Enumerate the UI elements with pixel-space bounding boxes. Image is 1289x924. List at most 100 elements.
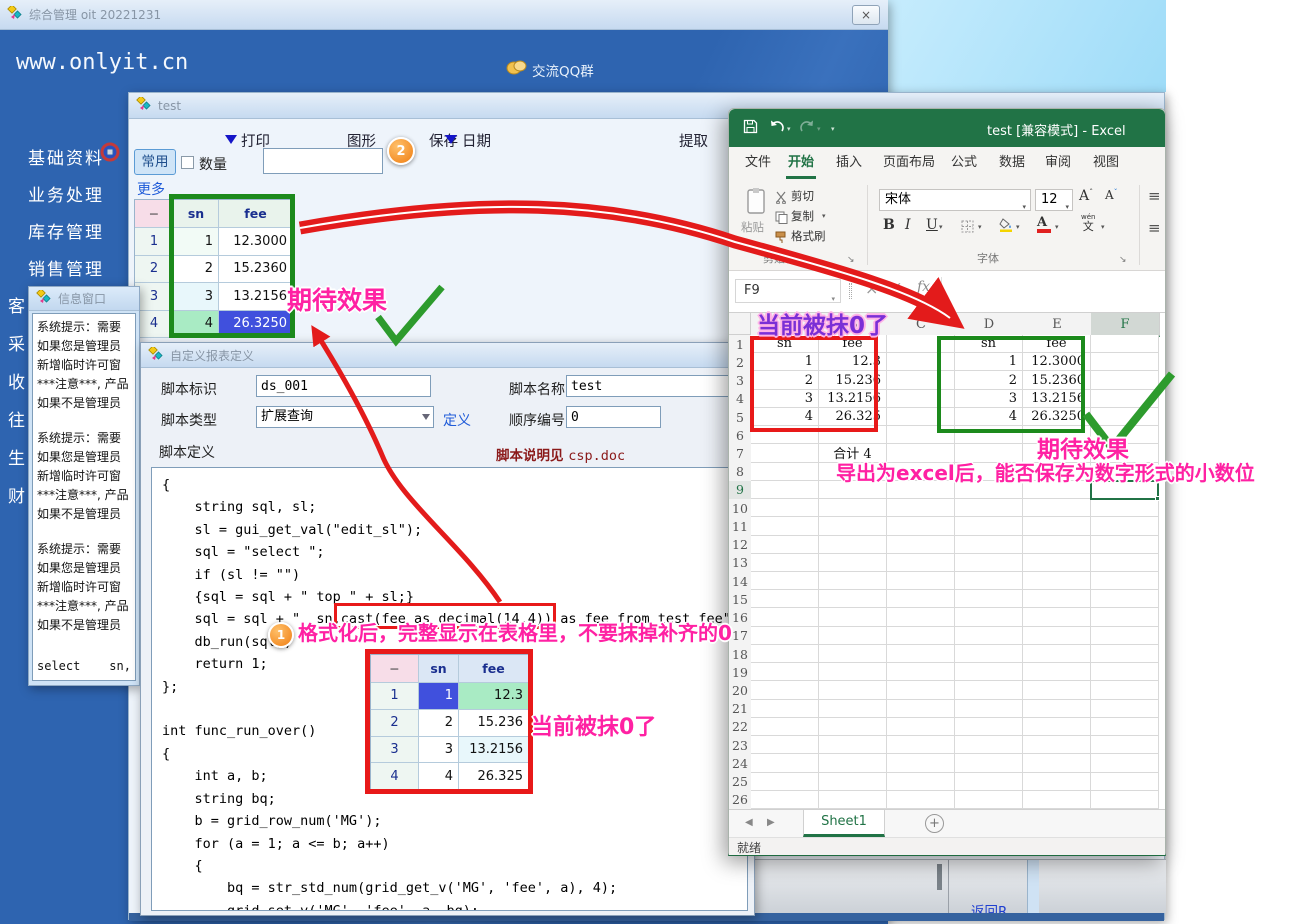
tab-common[interactable]: 常用	[134, 149, 176, 175]
script-name-input[interactable]	[566, 375, 748, 397]
phonetic-caret-icon[interactable]: ▾	[1101, 223, 1105, 231]
excel-cell-C15[interactable]	[887, 590, 955, 608]
excel-tab-3[interactable]: 插入	[832, 147, 866, 179]
excel-cell-B18[interactable]	[819, 645, 887, 663]
excel-cell-F21[interactable]	[1091, 700, 1159, 718]
excel-cell-D21[interactable]	[955, 700, 1023, 718]
excel-cell-F18[interactable]	[1091, 645, 1159, 663]
excel-cell-B23[interactable]	[819, 736, 887, 754]
excel-column-header-F[interactable]: F	[1091, 313, 1160, 337]
excel-row-header-17[interactable]: 17	[729, 627, 752, 646]
excel-cell-E25[interactable]	[1023, 773, 1091, 791]
sidebar-item-1[interactable]: 基础资料	[28, 144, 104, 169]
excel-cell-A18[interactable]	[751, 645, 819, 663]
excel-cell-A10[interactable]	[751, 499, 819, 517]
excel-cell-D24[interactable]	[955, 754, 1023, 772]
excel-cell-A7[interactable]	[751, 444, 819, 462]
excel-cell-C17[interactable]	[887, 627, 955, 645]
excel-titlebar[interactable]: ▾ ▾ ▾ test [兼容模式] - Excel	[729, 109, 1165, 147]
script-type-select[interactable]: 扩展查询	[256, 406, 434, 428]
excel-cell-A22[interactable]	[751, 718, 819, 736]
excel-cell-F14[interactable]	[1091, 572, 1159, 590]
excel-row-header-20[interactable]: 20	[729, 681, 752, 700]
excel-cell-C11[interactable]	[887, 517, 955, 535]
excel-tab-4[interactable]: 页面布局	[879, 147, 939, 179]
new-sheet-button[interactable]: +	[925, 814, 944, 833]
excel-cell-D15[interactable]	[955, 590, 1023, 608]
excel-cell-E16[interactable]	[1023, 608, 1091, 626]
copy-icon[interactable]	[775, 209, 788, 228]
cancel-button[interactable]: ×	[865, 279, 878, 298]
excel-cell-F22[interactable]	[1091, 718, 1159, 736]
excel-row-header-14[interactable]: 14	[729, 572, 752, 591]
excel-cell-C21[interactable]	[887, 700, 955, 718]
sidebar-vertical-item-2[interactable]: 采	[8, 330, 25, 355]
chevron-down-icon[interactable]	[422, 414, 430, 424]
excel-cell-F5[interactable]	[1091, 408, 1159, 426]
excel-cell-F17[interactable]	[1091, 627, 1159, 645]
excel-cell-E24[interactable]	[1023, 754, 1091, 772]
excel-cell-D16[interactable]	[955, 608, 1023, 626]
excel-cell-A21[interactable]	[751, 700, 819, 718]
excel-cell-A20[interactable]	[751, 681, 819, 699]
excel-cell-F13[interactable]	[1091, 554, 1159, 572]
bold-button[interactable]: B	[883, 217, 895, 233]
excel-cell-A17[interactable]	[751, 627, 819, 645]
paste-icon[interactable]	[745, 187, 767, 219]
sheet-tab[interactable]: Sheet1	[803, 810, 885, 837]
excel-row-header-1[interactable]: 1	[729, 335, 752, 354]
qty-checkbox[interactable]	[181, 156, 194, 169]
sheet-prev-icon[interactable]: ◀	[745, 817, 753, 828]
excel-cell-B22[interactable]	[819, 718, 887, 736]
more-link[interactable]: 更多	[137, 179, 165, 199]
format-painter-icon[interactable]	[775, 229, 788, 248]
excel-row-header-5[interactable]: 5	[729, 408, 752, 427]
excel-cell-B10[interactable]	[819, 499, 887, 517]
excel-cell-B14[interactable]	[819, 572, 887, 590]
excel-cell-C19[interactable]	[887, 663, 955, 681]
excel-cell-D20[interactable]	[955, 681, 1023, 699]
excel-cell-E15[interactable]	[1023, 590, 1091, 608]
excel-row-header-9[interactable]: 9	[729, 481, 753, 500]
excel-cell-B15[interactable]	[819, 590, 887, 608]
copy-caret-icon[interactable]: ▾	[822, 212, 826, 220]
excel-cell-A8[interactable]	[751, 463, 819, 481]
excel-column-header-C[interactable]: C	[887, 313, 956, 336]
excel-cell-D12[interactable]	[955, 536, 1023, 554]
excel-cell-A26[interactable]	[751, 791, 819, 809]
excel-cell-B21[interactable]	[819, 700, 887, 718]
italic-button[interactable]: I	[905, 217, 911, 233]
excel-cell-E12[interactable]	[1023, 536, 1091, 554]
font-color-button[interactable]: A	[1037, 215, 1051, 233]
excel-row-header-7[interactable]: 7	[729, 444, 752, 463]
qq-group-link[interactable]: 交流QQ群	[532, 60, 594, 80]
borders-caret-icon[interactable]: ▾	[978, 223, 982, 231]
fill-color-icon[interactable]	[999, 217, 1014, 236]
excel-cell-E11[interactable]	[1023, 517, 1091, 535]
excel-cell-D22[interactable]	[955, 718, 1023, 736]
bottom-bar-handle[interactable]	[937, 864, 942, 890]
excel-cell-A14[interactable]	[751, 572, 819, 590]
excel-cell-F1[interactable]	[1091, 335, 1159, 353]
extract-button[interactable]: 提取	[679, 130, 708, 151]
paste-button[interactable]: 粘贴	[741, 219, 764, 235]
excel-column-header-D[interactable]: D	[955, 313, 1024, 336]
excel-cell-B24[interactable]	[819, 754, 887, 772]
formula-input[interactable]	[941, 277, 1161, 305]
excel-cell-D10[interactable]	[955, 499, 1023, 517]
excel-row-header-13[interactable]: 13	[729, 554, 752, 573]
excel-cell-C25[interactable]	[887, 773, 955, 791]
excel-cell-B12[interactable]	[819, 536, 887, 554]
excel-cell-D25[interactable]	[955, 773, 1023, 791]
sidebar-vertical-item-6[interactable]: 财	[8, 482, 25, 507]
sidebar-vertical-item-4[interactable]: 往	[8, 406, 25, 431]
excel-row-header-18[interactable]: 18	[729, 645, 752, 664]
excel-row-header-15[interactable]: 15	[729, 590, 752, 609]
excel-row-header-8[interactable]: 8	[729, 463, 752, 482]
excel-cell-C14[interactable]	[887, 572, 955, 590]
excel-cell-E26[interactable]	[1023, 791, 1091, 809]
excel-cell-C22[interactable]	[887, 718, 955, 736]
excel-tab-6[interactable]: 数据	[995, 147, 1029, 179]
font-name-select[interactable]: 宋体 ▾	[879, 189, 1031, 211]
font-dialog-launcher-icon[interactable]: ↘	[1119, 255, 1127, 265]
